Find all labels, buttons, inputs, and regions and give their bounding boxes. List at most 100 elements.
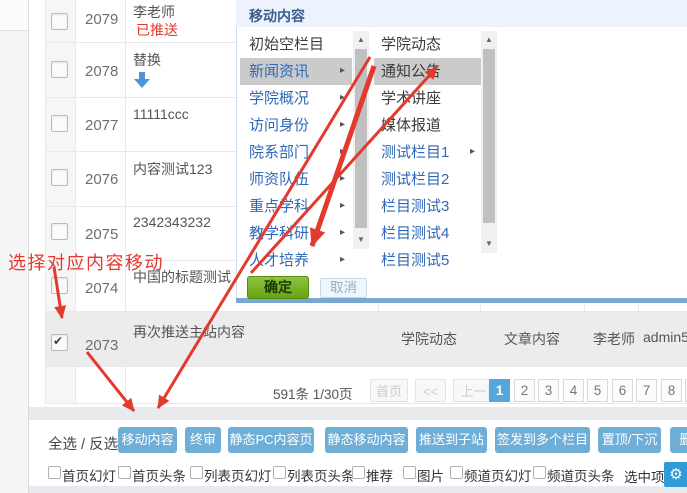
divider xyxy=(480,304,481,366)
publish-to-columns-button[interactable]: 签发到多个栏目 xyxy=(495,427,590,453)
divider xyxy=(29,486,687,493)
content-model: 文章内容 xyxy=(504,329,560,349)
content-id: 2079 xyxy=(85,11,118,28)
submenu-arrow-icon: ▸ xyxy=(340,118,345,132)
content-title[interactable]: 替换 xyxy=(133,50,161,70)
submenu-arrow-icon: ▸ xyxy=(340,91,345,105)
content-creator: admin5 xyxy=(643,329,687,345)
submenu-arrow-icon: ▸ xyxy=(340,64,345,78)
divider xyxy=(584,304,585,366)
scroll-up-icon[interactable]: ▲ xyxy=(481,33,497,47)
target-column-item[interactable]: 媒体报道 xyxy=(374,112,481,139)
source-column-item[interactable]: 教学科研 xyxy=(240,220,352,247)
option-checkbox[interactable] xyxy=(118,466,131,479)
content-title[interactable]: 李老师 xyxy=(133,2,175,22)
option-checkbox[interactable] xyxy=(48,466,61,479)
pagination-fast-prev-button[interactable]: << xyxy=(415,379,446,402)
target-column-item[interactable]: 学术讲座 xyxy=(374,85,481,112)
row-checkbox[interactable] xyxy=(51,277,68,294)
option-label: 频道页幻灯 xyxy=(464,465,532,485)
status-badge: 已推送 xyxy=(136,20,178,40)
content-id: 2077 xyxy=(85,117,118,134)
push-to-subsite-button[interactable]: 推送到子站 xyxy=(416,427,487,453)
content-id: 2076 xyxy=(85,171,118,188)
page-number[interactable]: 3 xyxy=(538,379,559,402)
dialog-title: 移动内容 xyxy=(249,6,305,26)
submenu-arrow-icon: ▸ xyxy=(340,172,345,186)
row-checkbox[interactable] xyxy=(51,169,68,186)
content-title[interactable]: 内容测试123 xyxy=(133,159,212,179)
content-id: 2074 xyxy=(85,280,118,297)
cancel-button[interactable]: 取消 xyxy=(320,278,367,298)
page-number[interactable]: 2 xyxy=(514,379,535,402)
source-column-item-selected[interactable]: 新闻资讯 xyxy=(240,58,352,85)
divider xyxy=(125,0,126,403)
target-column-item[interactable]: 测试栏目2 xyxy=(374,166,481,193)
target-column-item[interactable]: 栏目测试3 xyxy=(374,193,481,220)
content-title[interactable]: 2342343232 xyxy=(133,214,211,230)
content-id: 2078 xyxy=(85,63,118,80)
content-title[interactable]: 再次推送主站内容 xyxy=(133,322,245,342)
option-checkbox[interactable] xyxy=(403,466,416,479)
pin-sink-button[interactable]: 置顶/下沉 xyxy=(598,427,661,453)
source-column-item[interactable]: 人才培养 xyxy=(240,247,352,274)
source-column-item[interactable]: 学院概况 xyxy=(240,85,352,112)
content-title[interactable]: 11111ccc xyxy=(133,106,189,122)
divider xyxy=(638,304,639,366)
target-column-item[interactable]: 学院动态 xyxy=(374,31,481,58)
submenu-arrow-icon: ▸ xyxy=(340,145,345,159)
final-review-button[interactable]: 终审 xyxy=(185,427,221,453)
page-number[interactable]: 7 xyxy=(636,379,657,402)
row-checkbox[interactable] xyxy=(51,61,68,78)
option-checkbox[interactable] xyxy=(450,466,463,479)
scroll-down-icon[interactable]: ▼ xyxy=(481,237,497,251)
row-checkbox[interactable] xyxy=(51,334,68,351)
page-number-active[interactable]: 1 xyxy=(489,379,510,402)
source-column-item[interactable]: 院系部门 xyxy=(240,139,352,166)
option-label: 推荐 xyxy=(366,465,393,485)
divider xyxy=(45,403,687,404)
page-number[interactable]: 4 xyxy=(563,379,584,402)
row-checkbox[interactable] xyxy=(51,115,68,132)
option-label: 首页头条 xyxy=(132,465,186,485)
gear-icon: ⚙ xyxy=(669,466,682,483)
static-mobile-content-button[interactable]: 静态移动内容 xyxy=(325,427,408,453)
scrollbar-thumb[interactable] xyxy=(483,49,495,223)
page-number[interactable]: 8 xyxy=(661,379,682,402)
content-id: 2073 xyxy=(85,337,118,354)
static-pc-page-button[interactable]: 静态PC内容页 xyxy=(228,427,314,453)
page-number[interactable]: 6 xyxy=(612,379,633,402)
target-column-item[interactable]: 栏目测试4 xyxy=(374,220,481,247)
cms-content-page: 2079 李老师 已推送 2078 替换 2077 11111ccc 2076 … xyxy=(0,0,687,493)
delete-button[interactable]: 删除 xyxy=(670,427,687,453)
scrollbar-thumb[interactable] xyxy=(355,49,367,228)
row-checkbox[interactable] xyxy=(51,223,68,240)
collapsed-sidebar[interactable] xyxy=(0,0,29,493)
sidebar-top-corner xyxy=(0,0,28,31)
option-label: 列表页头条 xyxy=(287,465,355,485)
page-number[interactable]: 5 xyxy=(587,379,608,402)
option-checkbox[interactable] xyxy=(352,466,365,479)
selected-items-settings-button[interactable]: ⚙ xyxy=(664,462,687,487)
target-column-item-selected[interactable]: 通知公告 xyxy=(374,58,481,85)
scroll-down-icon[interactable]: ▼ xyxy=(353,233,369,247)
divider xyxy=(45,311,687,312)
source-column-item[interactable]: 访问身份 xyxy=(240,112,352,139)
option-checkbox[interactable] xyxy=(190,466,203,479)
row-checkbox[interactable] xyxy=(51,13,68,30)
option-label: 首页幻灯 xyxy=(62,465,116,485)
move-content-button[interactable]: 移动内容 xyxy=(118,427,177,453)
pagination-first-button[interactable]: 首页 xyxy=(370,379,408,402)
ok-button[interactable]: 确定 xyxy=(247,276,309,299)
source-column-item[interactable]: 重点学科 xyxy=(240,193,352,220)
divider xyxy=(378,304,379,366)
submenu-arrow-icon: ▸ xyxy=(340,226,345,240)
scroll-up-icon[interactable]: ▲ xyxy=(353,33,369,47)
option-checkbox[interactable] xyxy=(533,466,546,479)
target-column-item[interactable]: 栏目测试5 xyxy=(374,247,481,274)
select-all-invert-toggle[interactable]: 全选 / 反选 xyxy=(48,433,118,454)
source-column-item[interactable]: 初始空栏目 xyxy=(240,31,352,58)
target-column-item[interactable]: 测试栏目1 xyxy=(374,139,481,166)
option-checkbox[interactable] xyxy=(273,466,286,479)
source-column-item[interactable]: 师资队伍 xyxy=(240,166,352,193)
